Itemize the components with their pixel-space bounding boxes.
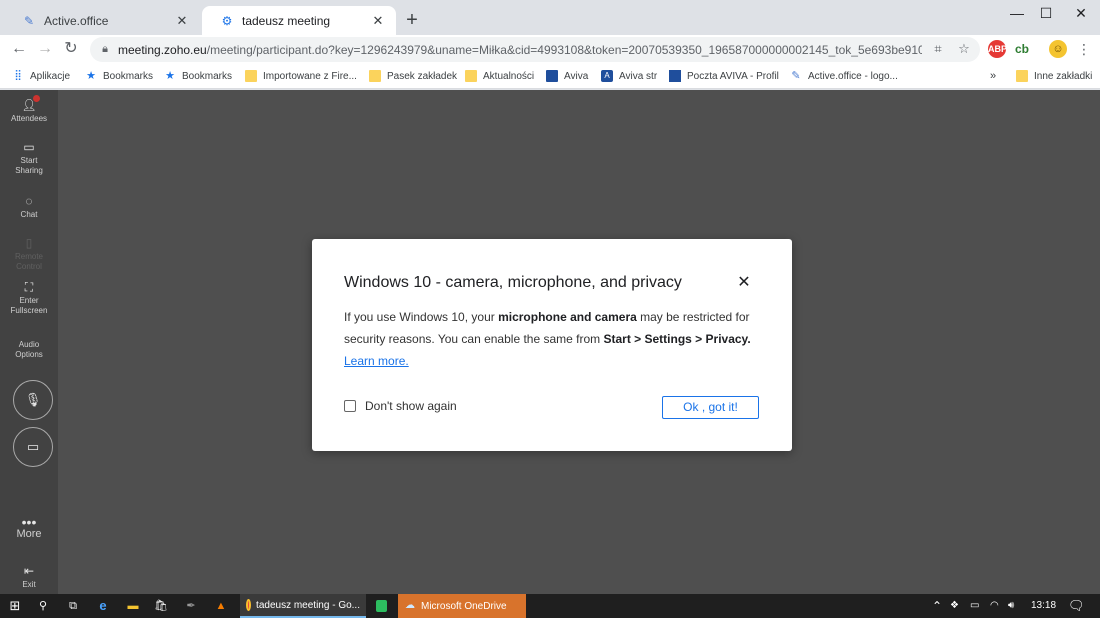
volume-icon[interactable]: 🔊︎ [1008, 594, 1014, 618]
profile-avatar[interactable]: ☺ [1049, 40, 1067, 58]
star-icon: ★ [86, 70, 96, 82]
folder-icon [245, 70, 257, 82]
taskbar-app-chrome[interactable]: tadeusz meeting - Go... [240, 594, 366, 618]
tab-title: tadeusz meeting [242, 13, 331, 28]
pen-icon[interactable]: ✒ [180, 594, 202, 618]
translate-icon[interactable]: ⌗ [930, 41, 946, 57]
browser-tab-strip: ✎ Active.office ✕ ⚙ tadeusz meeting ✕ + … [0, 0, 1100, 35]
tab-title: Active.office [44, 13, 109, 28]
dialog-body: If you use Windows 10, your microphone a… [344, 310, 751, 368]
store-icon[interactable]: 🛍︎ [150, 594, 172, 618]
zoho-meeting-icon: ⚙ [221, 13, 233, 28]
file-explorer-icon[interactable]: ▬ [122, 594, 144, 618]
dialog-title: Windows 10 - camera, microphone, and pri… [344, 274, 682, 291]
dont-show-again-label[interactable]: Don't show again [365, 399, 457, 413]
bookmark-folder[interactable]: Aktualności [465, 67, 534, 85]
taskbar-app-onedrive[interactable]: ☁ Microsoft OneDrive [398, 594, 526, 618]
maximize-icon[interactable]: ☐ [1029, 2, 1063, 24]
bookmark-item[interactable]: A Aviva str [601, 67, 657, 85]
bookmarks-bar: ⣿ Aplikacje ★ Bookmarks ★ Bookmarks Impo… [0, 63, 1100, 89]
close-window-icon[interactable]: ✕ [1064, 2, 1098, 24]
bookmark-star-icon[interactable]: ☆ [956, 41, 972, 57]
bookmark-item[interactable]: ✎ Active.office - logo... [790, 67, 897, 85]
tab-close-icon[interactable]: ✕ [370, 13, 386, 29]
clock-time[interactable]: 13:18 [1031, 594, 1056, 618]
forward-icon[interactable]: → [34, 38, 56, 60]
aviva-icon: A [601, 70, 613, 82]
dont-show-again-checkbox[interactable] [344, 400, 356, 412]
tab-close-icon[interactable]: ✕ [174, 13, 190, 29]
edge-icon[interactable]: e [92, 594, 114, 618]
active-office-icon: ✎ [23, 13, 35, 28]
bookmark-apps[interactable]: ⣿ Aplikacje [12, 67, 70, 85]
active-office-icon: ✎ [791, 70, 801, 82]
chrome-icon [246, 599, 252, 611]
search-icon[interactable]: ⚲ [32, 594, 54, 618]
bookmark-item[interactable]: ★ Bookmarks [85, 67, 153, 85]
battery-icon[interactable]: ▭ [970, 594, 979, 618]
folder-icon [369, 70, 381, 82]
task-view-icon[interactable]: ⧉ [62, 594, 84, 618]
notifications-icon[interactable]: 🗨︎ [1068, 594, 1085, 618]
aviva-icon [546, 70, 558, 82]
onedrive-icon: ☁ [405, 600, 415, 611]
reload-icon[interactable]: ↻ [60, 38, 82, 60]
bookmarks-overflow[interactable]: » [990, 67, 996, 85]
windows-start-icon[interactable]: ⊞ [4, 594, 26, 618]
ok-got-it-button[interactable]: Ok , got it! [662, 396, 759, 419]
dialog-close-icon[interactable]: ✕ [734, 273, 754, 293]
back-icon[interactable]: ← [8, 38, 30, 60]
bookmark-item[interactable]: Aviva [546, 67, 588, 85]
apps-grid-icon: ⣿ [14, 70, 22, 81]
star-icon: ★ [165, 70, 175, 82]
browser-toolbar: ← → ↻ 🔒︎ meeting.zoho.eu/meeting/partici… [0, 35, 1100, 63]
windows-taskbar: ⊞ ⚲ ⧉ e ▬ 🛍︎ ✒ ▲ tadeusz meeting - Go...… [0, 594, 1100, 618]
cashback-extension-icon[interactable]: cb [1013, 40, 1031, 58]
adblock-icon[interactable]: ABP [988, 40, 1007, 58]
bookmark-item[interactable]: ★ Bookmarks [164, 67, 232, 85]
learn-more-link[interactable]: Learn more. [344, 354, 409, 368]
other-bookmarks[interactable]: Inne zakładki [1016, 67, 1092, 85]
tray-overflow-icon[interactable]: ⌃ [932, 594, 942, 618]
new-tab-icon[interactable]: + [402, 9, 422, 31]
address-bar[interactable]: 🔒︎ meeting.zoho.eu/meeting/participant.d… [90, 37, 980, 62]
tab-active-office[interactable]: ✎ Active.office ✕ [4, 6, 200, 35]
aviva-icon [669, 70, 681, 82]
wifi-icon[interactable]: ◠ [990, 594, 999, 618]
evernote-icon [376, 600, 387, 612]
lock-icon[interactable]: 🔒︎ [98, 43, 112, 56]
chrome-menu-icon[interactable]: ⋮ [1073, 38, 1095, 60]
dropbox-icon[interactable]: ❖ [950, 594, 959, 618]
folder-icon [1016, 70, 1028, 82]
folder-icon [465, 70, 477, 82]
bookmark-item[interactable]: Poczta AVIVA - Profil [669, 67, 779, 85]
taskbar-app-evernote[interactable] [370, 594, 398, 618]
bookmark-folder[interactable]: Pasek zakładek [369, 67, 457, 85]
vlc-icon[interactable]: ▲ [210, 594, 232, 618]
bookmark-folder[interactable]: Importowane z Fire... [245, 67, 357, 85]
url-text[interactable]: meeting.zoho.eu/meeting/participant.do?k… [112, 43, 922, 57]
tab-tadeusz-meeting[interactable]: ⚙ tadeusz meeting ✕ [202, 6, 396, 35]
privacy-dialog: Windows 10 - camera, microphone, and pri… [312, 239, 792, 451]
